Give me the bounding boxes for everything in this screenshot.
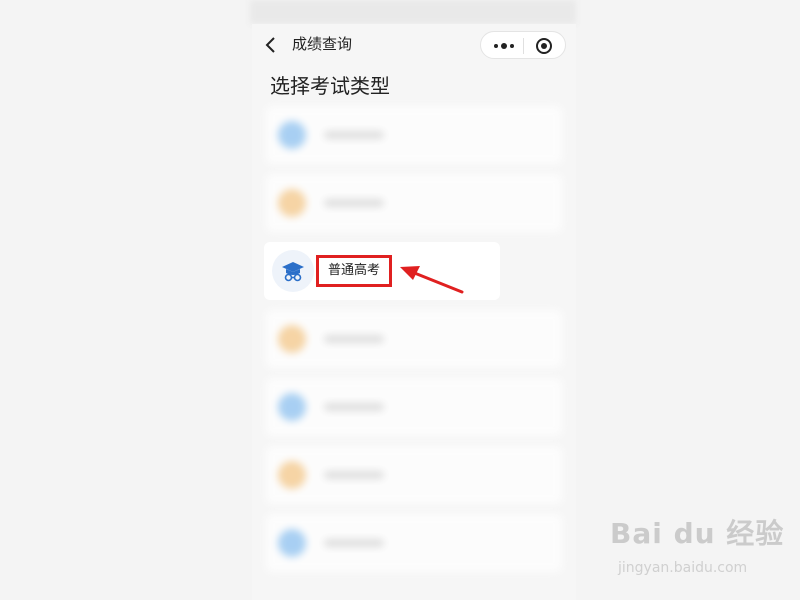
mini-program-capsule	[480, 31, 566, 59]
blurred-label	[324, 403, 384, 411]
exam-type-icon	[278, 461, 306, 489]
red-arrow-annotation	[400, 266, 464, 294]
exam-type-item[interactable]	[266, 378, 562, 436]
exam-type-icon	[278, 325, 306, 353]
exam-type-item[interactable]	[266, 310, 562, 368]
blurred-label	[324, 335, 384, 343]
chevron-left-icon[interactable]	[264, 36, 278, 54]
gaokao-label: 普通高考	[316, 255, 393, 287]
exam-type-icon	[278, 189, 306, 217]
exam-type-list: 普通高考	[264, 106, 562, 582]
navbar: 成绩查询	[252, 24, 576, 66]
exam-type-icon	[278, 529, 306, 557]
watermark-url: jingyan.baidu.com	[618, 560, 748, 576]
watermark-logo: Bai du 经验	[610, 517, 785, 550]
gaokao-icon-wrap	[272, 250, 314, 292]
blurred-top-bar	[250, 0, 576, 24]
more-dots-icon[interactable]	[491, 40, 517, 52]
blurred-label	[324, 199, 384, 207]
graduation-cap-icon	[282, 262, 304, 282]
page-title: 选择考试类型	[270, 74, 390, 98]
exam-type-item[interactable]	[266, 446, 562, 504]
baidu-jingyan-watermark: Bai du 经验 jingyan.baidu.com	[610, 512, 790, 584]
exam-type-icon	[278, 393, 306, 421]
exam-type-icon	[278, 121, 306, 149]
nav-title: 成绩查询	[292, 35, 353, 53]
exam-type-item[interactable]	[266, 106, 562, 164]
capsule-divider	[523, 38, 524, 54]
blurred-label	[324, 471, 384, 479]
exam-type-item[interactable]	[266, 514, 562, 572]
blurred-label	[324, 131, 384, 139]
blurred-label	[324, 539, 384, 547]
target-circle-icon[interactable]	[535, 37, 553, 55]
phone-screen: 成绩查询 选择考试类型 普通高考	[252, 24, 576, 600]
exam-type-item[interactable]	[266, 174, 562, 232]
